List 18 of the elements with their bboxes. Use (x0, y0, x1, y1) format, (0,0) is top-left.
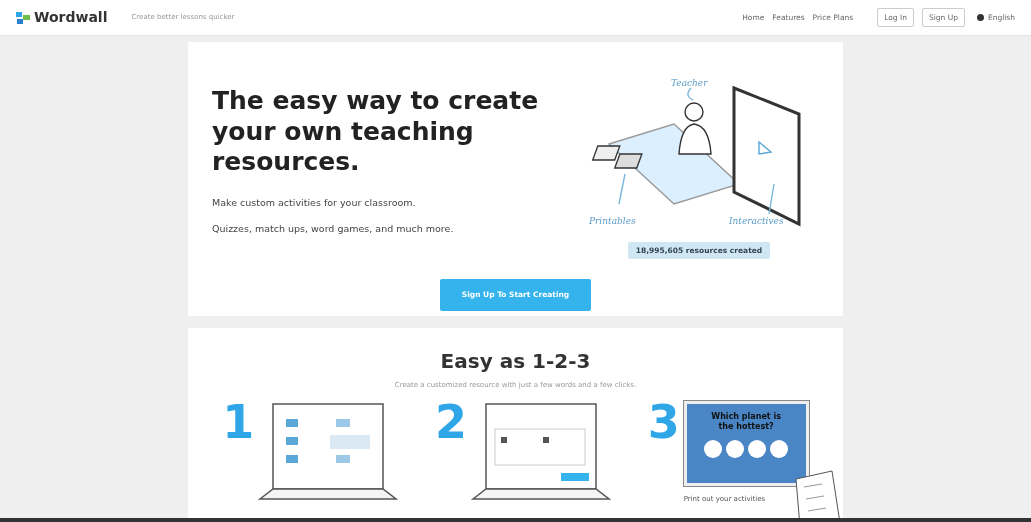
globe-icon (976, 14, 984, 21)
logo-text[interactable]: Wordwall (34, 7, 108, 28)
planet-option-icon[interactable] (726, 440, 745, 459)
hero-heading: The easy way to create your own teaching resources. (212, 86, 540, 178)
step-number: 2 (434, 398, 467, 445)
section-heading: Easy as 1-2-3 (439, 348, 592, 375)
quiz-question: Which planet is the hottest? (710, 411, 782, 433)
step-number: 3 (647, 398, 680, 445)
hero-text: Quizzes, match ups, word games, and much more. (212, 221, 455, 236)
illustration-label: Teacher (671, 78, 708, 88)
step-number: 1 (222, 398, 255, 445)
hero-text: Make custom activities for your classroom. (212, 195, 417, 210)
illustration-label: Interactives (729, 216, 784, 226)
planet-option-icon[interactable] (748, 440, 767, 459)
logo-icon (16, 11, 30, 24)
illustration-label: Printables (589, 216, 636, 226)
planet-option-icon[interactable] (770, 440, 789, 459)
planet-option-icon[interactable] (704, 440, 723, 459)
